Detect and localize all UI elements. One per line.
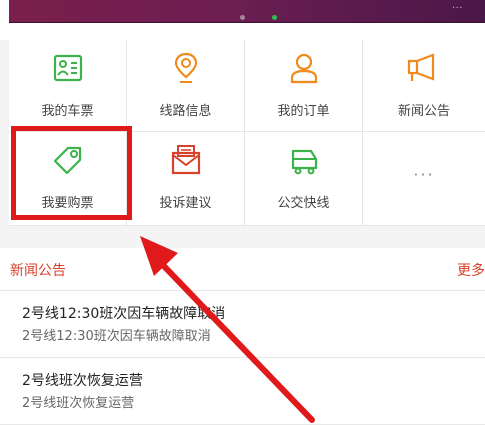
grid-item-label: 投诉建议 bbox=[159, 196, 212, 211]
grid-item-label: 我的车票 bbox=[41, 104, 94, 119]
news-item-title: 2号线班次恢复运营 bbox=[22, 373, 143, 389]
ticket-card-icon bbox=[53, 54, 83, 82]
megaphone-icon bbox=[407, 53, 435, 81]
grid-item-label: 线路信息 bbox=[159, 104, 212, 119]
news-list-item[interactable]: 2号线班次恢复运营 2号线班次恢复运营 bbox=[0, 358, 485, 425]
grid-item-express-bus[interactable]: 公交快线 bbox=[245, 132, 363, 226]
grid-item-label: 新闻公告 bbox=[397, 104, 450, 119]
news-section-title: 新闻公告 bbox=[10, 263, 66, 279]
news-item-summary: 2号线12:30班次因车辆故障取消 bbox=[22, 329, 211, 344]
grid-item-my-tickets[interactable]: 我的车票 bbox=[9, 40, 127, 132]
grid-item-complaints[interactable]: 投诉建议 bbox=[127, 132, 245, 226]
grid-item-label: 公交快线 bbox=[277, 196, 330, 211]
banner-text: ... bbox=[451, 0, 463, 11]
grid-item-route-info[interactable]: 线路信息 bbox=[127, 40, 245, 132]
mail-icon bbox=[171, 145, 201, 175]
location-pin-icon bbox=[174, 52, 198, 83]
top-banner[interactable]: ... bbox=[0, 0, 485, 40]
function-grid: 我的车票 线路信息 我的订单 新闻公告 我要购票 投诉建议 公交快线 ··· bbox=[9, 40, 485, 226]
user-icon bbox=[290, 53, 318, 84]
news-header: 新闻公告 更多 bbox=[0, 248, 485, 291]
more-icon: ··· bbox=[413, 165, 435, 184]
bus-icon bbox=[291, 149, 318, 175]
pager-dot[interactable] bbox=[240, 15, 245, 20]
news-item-title: 2号线12:30班次因车辆故障取消 bbox=[22, 306, 226, 322]
news-list-item[interactable]: 2号线12:30班次因车辆故障取消 2号线12:30班次因车辆故障取消 bbox=[0, 291, 485, 358]
tag-icon bbox=[53, 146, 82, 175]
grid-item-label: 我要购票 bbox=[41, 196, 94, 211]
news-item-summary: 2号线班次恢复运营 bbox=[22, 396, 135, 411]
grid-item-my-orders[interactable]: 我的订单 bbox=[245, 40, 363, 132]
grid-item-news[interactable]: 新闻公告 bbox=[363, 40, 485, 132]
grid-item-label: 我的订单 bbox=[277, 104, 330, 119]
grid-item-more[interactable]: ··· bbox=[363, 132, 485, 226]
pager-dot-active[interactable] bbox=[272, 15, 277, 20]
grid-item-buy-ticket[interactable]: 我要购票 bbox=[9, 132, 127, 226]
news-more-link[interactable]: 更多 bbox=[457, 260, 485, 280]
banner-image[interactable]: ... bbox=[9, 0, 485, 23]
